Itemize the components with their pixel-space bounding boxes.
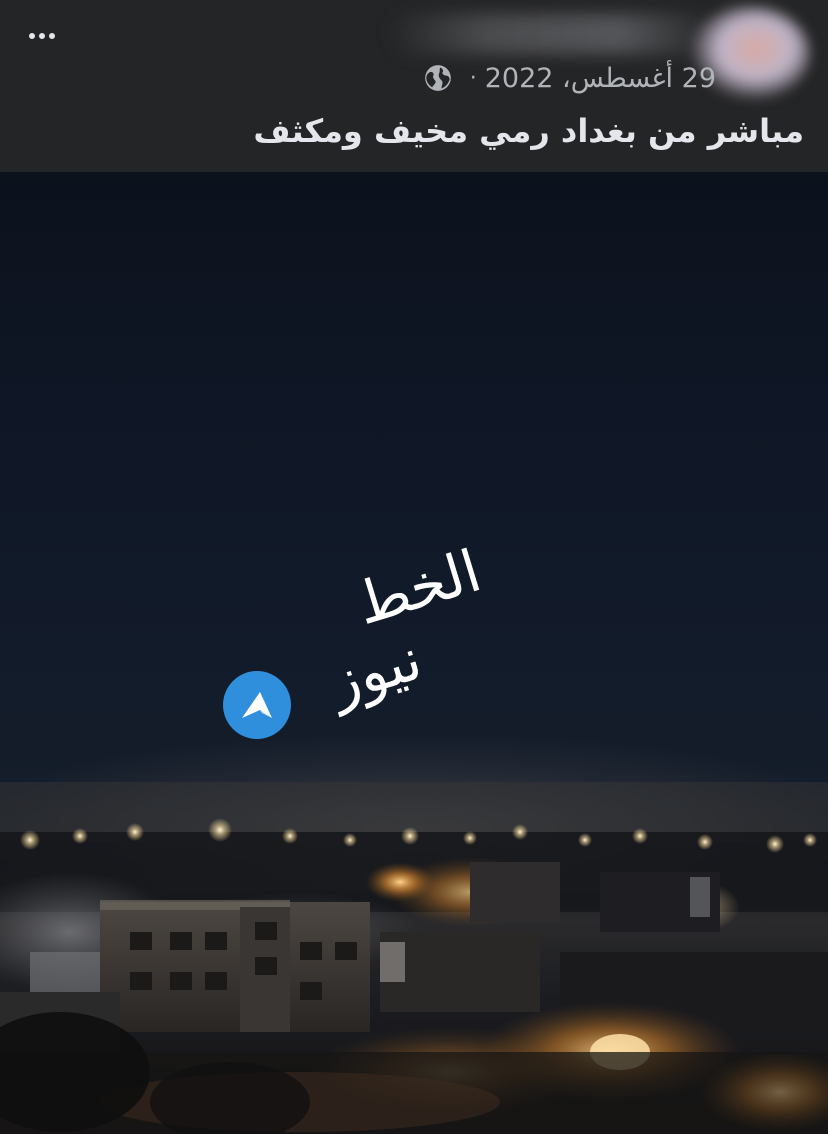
post-meta: · 29 أغسطس، 2022 — [424, 60, 716, 96]
more-options-button[interactable] — [22, 22, 62, 50]
post-text: مباشر من بغداد رمي مخيف ومكثف — [253, 112, 804, 150]
facebook-post: · 29 أغسطس، 2022 مباشر من بغداد رمي مخيف… — [0, 0, 828, 1134]
blurred-author-name[interactable] — [388, 14, 718, 54]
post-header: · 29 أغسطس، 2022 مباشر من بغداد رمي مخيف… — [0, 0, 828, 172]
meta-separator: · — [469, 65, 477, 91]
video-frame[interactable]: الخط نيوز — [0, 172, 828, 1134]
more-dots-icon — [29, 33, 35, 39]
post-date[interactable]: 29 أغسطس، 2022 — [485, 63, 716, 94]
globe-icon[interactable] — [424, 64, 452, 92]
telegram-icon — [223, 671, 291, 739]
